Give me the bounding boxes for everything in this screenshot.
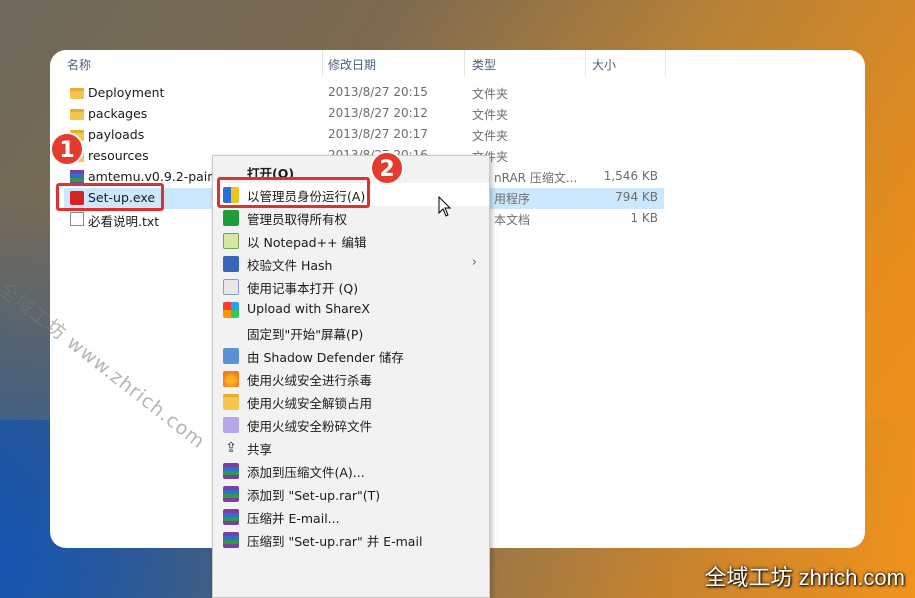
menu-item-label: 使用记事本打开 (Q) [247, 281, 359, 296]
menu-item-label: 压缩到 "Set-up.rar" 并 E-mail [247, 534, 423, 549]
column-name[interactable]: 名称 [67, 56, 91, 73]
folder-icon [70, 109, 84, 120]
menu-item-sharex[interactable]: Upload with ShareX [213, 298, 489, 321]
file-date: 2013/8/27 20:15 [328, 85, 428, 99]
menu-item-label: 使用火绒安全解锁占用 [247, 396, 373, 411]
file-type: 文件夹 [472, 108, 509, 122]
file-name: Deployment [88, 85, 165, 100]
file-name: amtemu.v0.9.2-painte [88, 169, 228, 184]
shadow-defender-icon [223, 348, 239, 364]
huorong-icon [223, 371, 239, 387]
menu-item-label: 以 Notepad++ 编辑 [247, 235, 367, 250]
menu-item-label: 添加到 "Set-up.rar"(T) [247, 488, 381, 503]
menu-item-huorong-scan[interactable]: 使用火绒安全进行杀毒 [213, 367, 489, 390]
winrar-icon [223, 486, 239, 502]
file-name: resources [88, 148, 149, 163]
file-name: 必看说明.txt [88, 214, 160, 229]
file-name: packages [88, 106, 148, 121]
menu-item-huorong-unlock[interactable]: 使用火绒安全解锁占用 [213, 390, 489, 413]
menu-item-label: 管理员取得所有权 [247, 212, 348, 227]
column-size[interactable]: 大小 [592, 56, 616, 73]
column-type[interactable]: 类型 [472, 56, 496, 73]
context-menu: 打开(O) 以管理员身份运行(A) 管理员取得所有权 以 Notepad++ 编… [212, 155, 490, 598]
file-type: 用程序 [494, 192, 531, 206]
step-badge-1: 1 [50, 132, 84, 166]
file-type: 文件夹 [472, 129, 509, 143]
winrar-icon [223, 532, 239, 548]
column-divider[interactable] [464, 50, 465, 76]
menu-item-huorong-shred[interactable]: 使用火绒安全粉碎文件 [213, 413, 489, 436]
sharex-icon [223, 302, 239, 318]
file-date: 2013/8/27 20:17 [328, 127, 428, 141]
winrar-icon [223, 509, 239, 525]
menu-item-label: 共享 [247, 442, 273, 457]
file-type: nRAR 压缩文... [494, 171, 578, 185]
green-shield-icon [223, 210, 239, 226]
menu-item-label: 压缩并 E-mail... [247, 511, 340, 526]
shredder-icon [223, 417, 239, 433]
watermark-bottom: 全域工坊 zhrich.com [704, 565, 905, 590]
menu-item-label: 添加到压缩文件(A)... [247, 465, 365, 480]
column-divider[interactable] [585, 50, 586, 76]
winrar-icon [223, 463, 239, 479]
column-header-bar: ˄ 名称 修改日期 类型 大小 [50, 50, 865, 78]
notepad-plus-icon [223, 233, 239, 249]
file-type: 本文档 [494, 213, 531, 227]
folder-icon [70, 88, 84, 99]
file-size: 1 KB [630, 211, 658, 225]
menu-item-label: 使用火绒安全进行杀毒 [247, 373, 373, 388]
menu-item-share[interactable]: ⇪ 共享 [213, 436, 489, 459]
menu-item-add-setup-rar[interactable]: 添加到 "Set-up.rar"(T) [213, 482, 489, 505]
menu-item-label: 使用火绒安全粉碎文件 [247, 419, 373, 434]
file-row[interactable]: Deployment 2013/8/27 20:15 文件夹 [64, 83, 664, 104]
highlight-run-as-admin [217, 177, 370, 208]
rar-icon [70, 170, 84, 184]
file-size: 794 KB [615, 190, 658, 204]
hash-icon [223, 256, 239, 272]
file-size: 1,546 KB [603, 169, 658, 183]
menu-item-pin-start[interactable]: 固定到"开始"屏幕(P) [213, 321, 489, 344]
menu-item-edit-notepadpp[interactable]: 以 Notepad++ 编辑 [213, 229, 489, 252]
file-name: payloads [88, 127, 145, 142]
menu-item-label: 校验文件 Hash [247, 258, 333, 273]
column-date[interactable]: 修改日期 [328, 56, 376, 73]
mouse-cursor-icon [438, 196, 452, 217]
menu-item-label: 固定到"开始"屏幕(P) [247, 327, 364, 342]
chevron-right-icon: › [471, 255, 477, 270]
menu-item-label: 由 Shadow Defender 储存 [247, 350, 404, 365]
menu-item-compress-email[interactable]: 压缩并 E-mail... [213, 505, 489, 528]
menu-item-open-notepad[interactable]: 使用记事本打开 (Q) [213, 275, 489, 298]
file-date: 2013/8/27 20:12 [328, 106, 428, 120]
menu-item-add-archive[interactable]: 添加到压缩文件(A)... [213, 459, 489, 482]
menu-item-shadow-defender[interactable]: 由 Shadow Defender 储存 [213, 344, 489, 367]
menu-item-file-hash[interactable]: 校验文件 Hash › [213, 252, 489, 275]
text-file-icon [70, 212, 84, 226]
sort-caret-icon[interactable]: ˄ [186, 50, 191, 58]
file-row[interactable]: packages 2013/8/27 20:12 文件夹 [64, 104, 664, 125]
file-row[interactable]: payloads 2013/8/27 20:17 文件夹 [64, 125, 664, 146]
menu-item-label: Upload with ShareX [247, 301, 370, 316]
file-type: 文件夹 [472, 87, 509, 101]
menu-item-compress-setup-email[interactable]: 压缩到 "Set-up.rar" 并 E-mail [213, 528, 489, 551]
column-divider[interactable] [322, 50, 323, 76]
step-badge-2: 2 [370, 151, 404, 185]
highlight-setup-exe [56, 183, 164, 211]
notepad-icon [223, 279, 239, 295]
share-icon: ⇪ [225, 440, 237, 456]
column-divider[interactable] [665, 50, 666, 76]
unlock-folder-icon [223, 394, 239, 410]
